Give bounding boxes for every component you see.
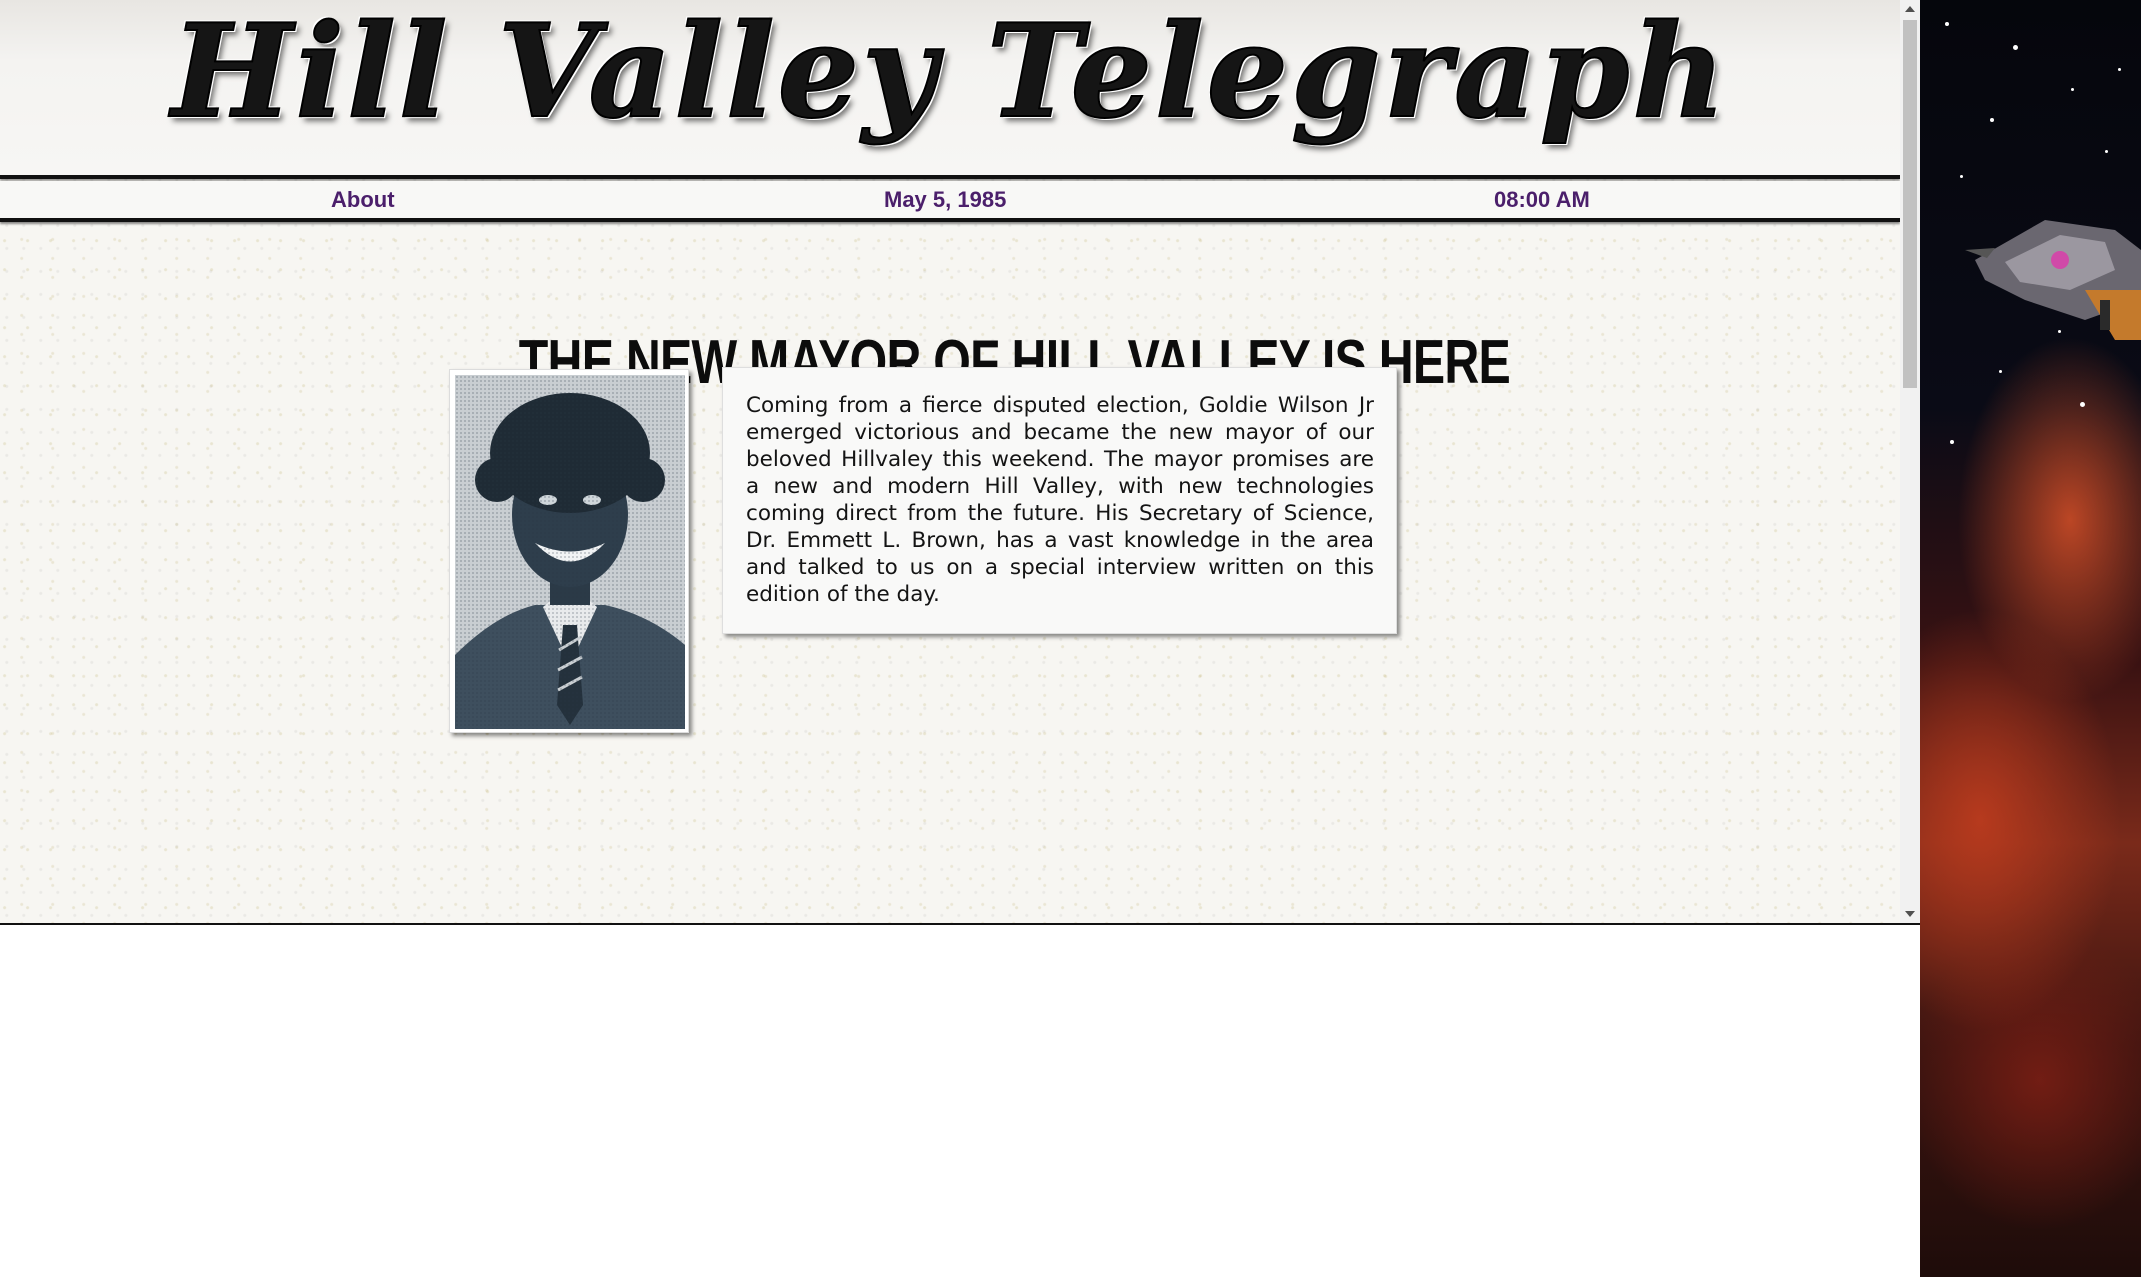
star [2080, 402, 2085, 407]
scroll-down-arrow-icon[interactable] [1905, 911, 1915, 917]
masthead-title: Hill Valley Telegraph [171, 0, 1729, 147]
vertical-scrollbar[interactable] [1900, 0, 1920, 923]
star [2118, 68, 2121, 71]
nav-time: 08:00 AM [1494, 187, 1590, 212]
star [1990, 118, 1994, 122]
scrollbar-thumb[interactable] [1903, 20, 1917, 388]
nav-bar: About May 5, 1985 08:00 AM [0, 181, 1900, 222]
nav-about-link[interactable]: About [331, 187, 395, 213]
star [1945, 22, 1949, 26]
scroll-up-arrow-icon[interactable] [1905, 6, 1915, 12]
mayor-photo [455, 375, 685, 729]
newspaper-page: Hill Valley Telegraph About May 5, 1985 … [0, 0, 1900, 923]
mayor-photo-card [449, 369, 689, 733]
article-body: Coming from a fierce disputed election, … [746, 393, 1374, 607]
star [2105, 150, 2108, 153]
browser-viewport: Hill Valley Telegraph About May 5, 1985 … [0, 0, 1920, 925]
spaceship-illustration [1965, 220, 2141, 340]
star [1960, 175, 1963, 178]
masthead: Hill Valley Telegraph [0, 0, 1900, 179]
star [2071, 88, 2074, 91]
article-card: Coming from a fierce disputed election, … [722, 367, 1397, 634]
star [2013, 45, 2018, 50]
nav-date: May 5, 1985 [884, 187, 1007, 212]
star [1950, 440, 1954, 444]
star [1999, 370, 2002, 373]
